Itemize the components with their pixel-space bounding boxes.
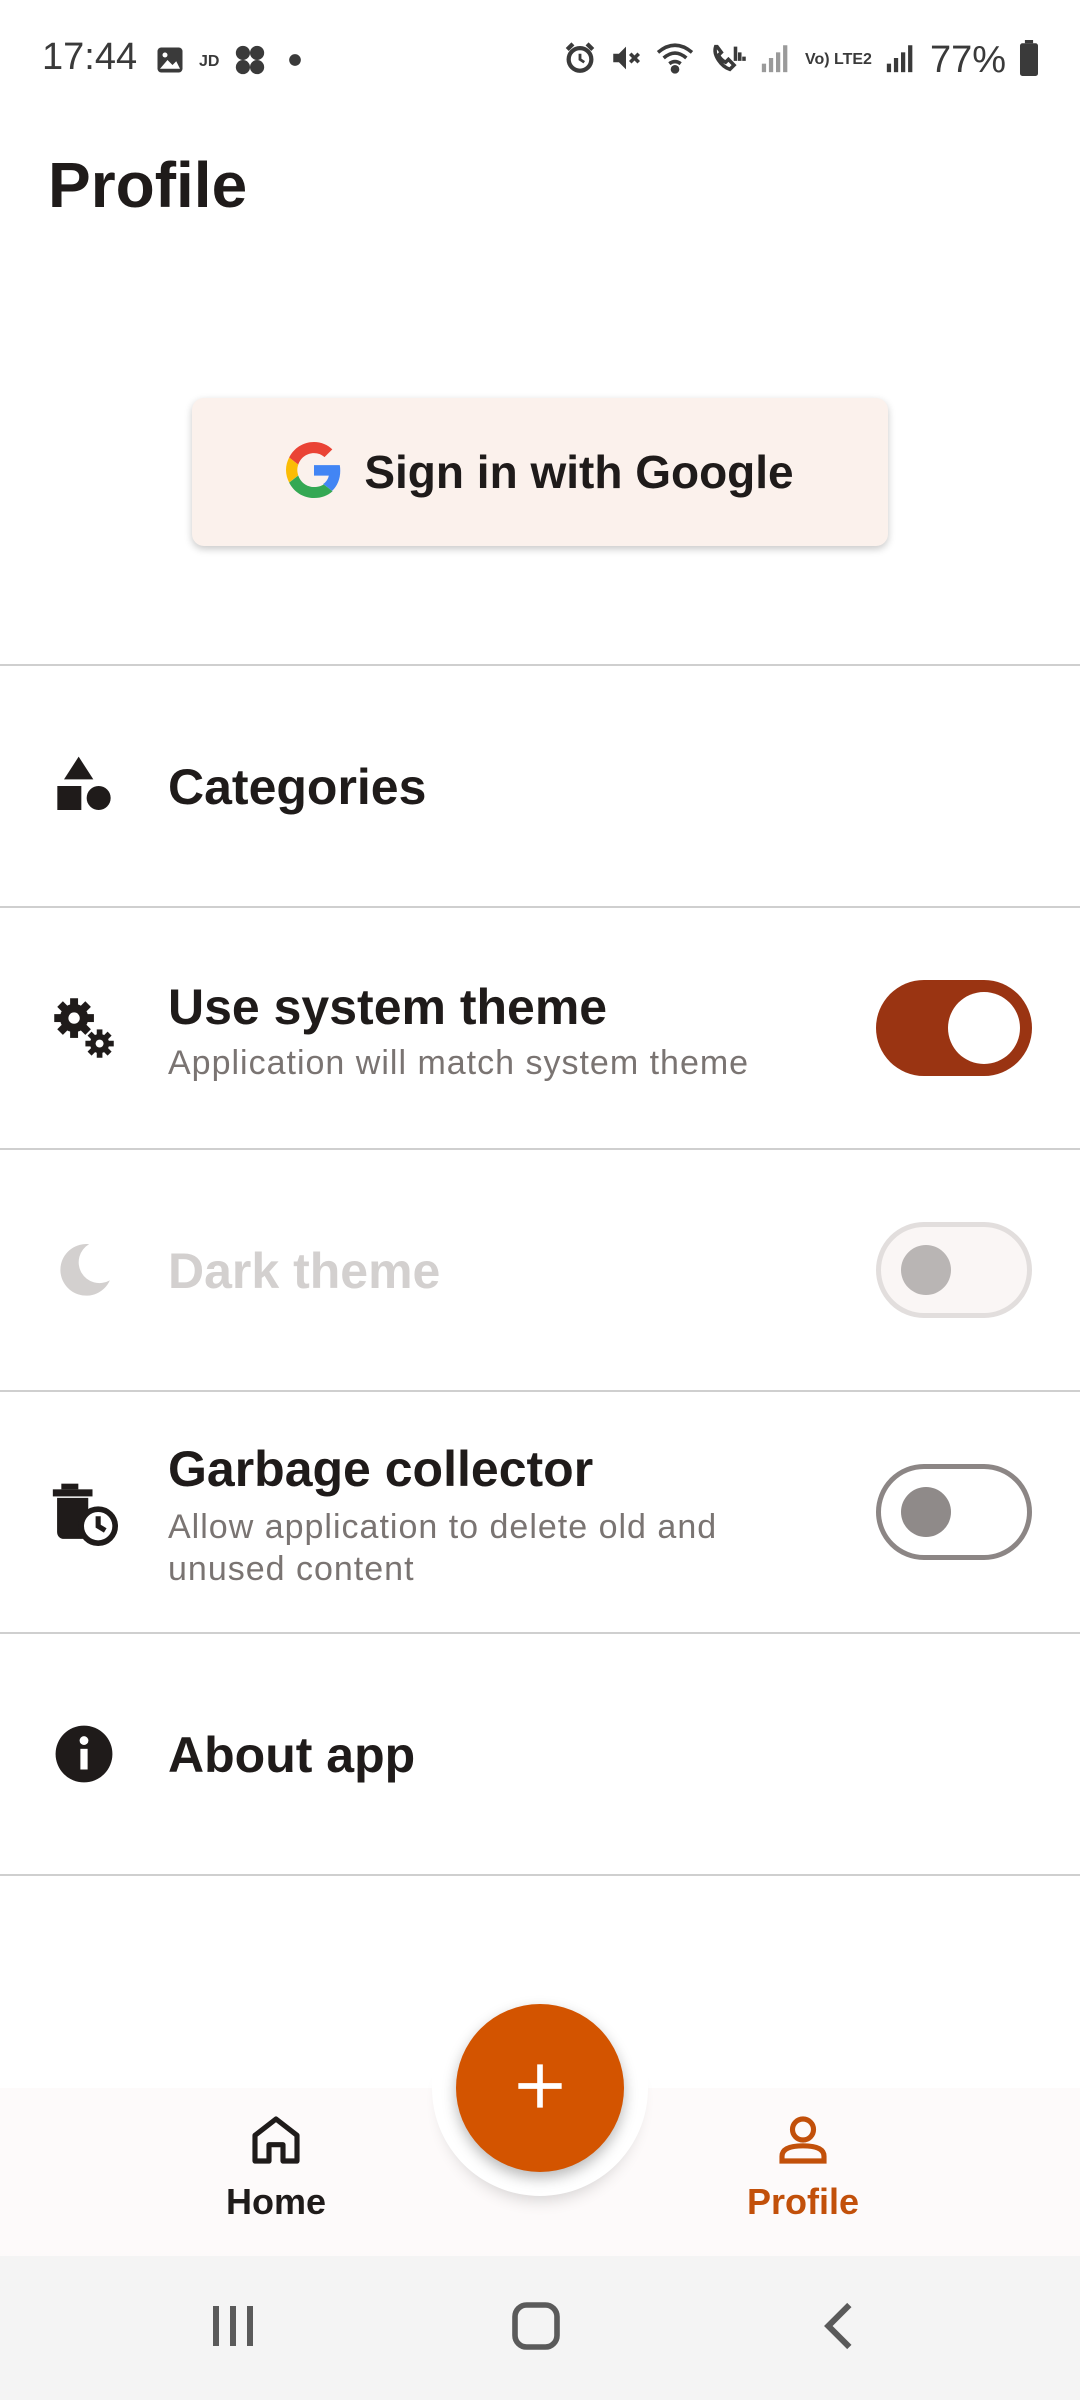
recent-apps-icon — [205, 2302, 261, 2355]
signal-icon — [759, 41, 793, 80]
dark-theme-row: Dark theme — [0, 1150, 1080, 1390]
battery-icon — [1018, 39, 1040, 81]
about-app-title: About app — [168, 1727, 416, 1783]
add-button[interactable] — [456, 2004, 624, 2172]
use-system-theme-row[interactable]: Use system theme Application will match … — [0, 908, 1080, 1148]
info-icon — [48, 1718, 120, 1790]
back-button[interactable] — [800, 2296, 880, 2360]
nav-home-label: Home — [225, 2181, 327, 2222]
categories-title: Categories — [168, 759, 427, 815]
google-icon — [286, 441, 342, 503]
trash-clock-icon — [48, 1476, 120, 1548]
status-time: 17:44 — [42, 36, 138, 78]
use-system-theme-toggle[interactable] — [876, 980, 1032, 1076]
wifi-icon — [655, 41, 695, 80]
alarm-icon — [563, 41, 597, 80]
sign-in-with-google-button[interactable]: Sign in with Google — [192, 398, 888, 546]
status-bar: 17:44 JD Vo) LTE2 77% — [0, 0, 1080, 120]
mute-icon — [609, 41, 643, 80]
status-right-icons: Vo) LTE2 77% — [563, 36, 1040, 84]
shapes-icon — [48, 750, 120, 822]
fan-icon — [233, 43, 267, 82]
jd-icon: JD — [199, 53, 220, 70]
back-chevron-icon — [816, 2298, 864, 2359]
dark-theme-title: Dark theme — [168, 1243, 441, 1299]
use-system-theme-subtitle: Application will match system theme — [168, 1044, 750, 1082]
dot-icon — [281, 46, 309, 79]
gears-icon — [48, 992, 120, 1064]
home-icon — [248, 2112, 304, 2173]
wifi-call-icon — [707, 41, 747, 80]
nav-profile-label: Profile — [746, 2181, 860, 2222]
categories-row[interactable]: Categories — [0, 666, 1080, 906]
use-system-theme-title: Use system theme — [168, 979, 608, 1035]
image-icon — [155, 45, 185, 80]
about-app-row[interactable]: About app — [0, 1634, 1080, 1874]
home-square-icon — [508, 2298, 564, 2359]
nav-home[interactable]: Home — [176, 2112, 376, 2232]
system-navigation-bar — [0, 2256, 1080, 2400]
garbage-collector-title: Garbage collector — [168, 1441, 594, 1497]
status-left-icons: JD — [155, 44, 309, 80]
person-icon — [775, 2112, 831, 2173]
garbage-collector-toggle[interactable] — [876, 1464, 1032, 1560]
signal-icon — [884, 41, 918, 80]
recent-apps-button[interactable] — [193, 2296, 273, 2360]
toggle-knob — [948, 992, 1020, 1064]
plus-icon — [514, 2060, 566, 2117]
volte-icon: Vo) LTE2 — [804, 51, 872, 68]
toggle-knob — [901, 1245, 951, 1295]
sign-in-label: Sign in with Google — [364, 446, 794, 498]
dark-theme-toggle — [876, 1222, 1032, 1318]
battery-percent: 77% — [929, 38, 1006, 81]
nav-profile[interactable]: Profile — [703, 2112, 903, 2232]
page-title: Profile — [48, 149, 248, 221]
toggle-knob — [901, 1487, 951, 1537]
moon-icon — [48, 1234, 120, 1306]
divider — [0, 1874, 1080, 1876]
garbage-collector-subtitle: Allow application to delete old and unus… — [168, 1508, 718, 1588]
home-system-button[interactable] — [496, 2296, 576, 2360]
garbage-collector-row[interactable]: Garbage collector Allow application to d… — [0, 1392, 1080, 1632]
